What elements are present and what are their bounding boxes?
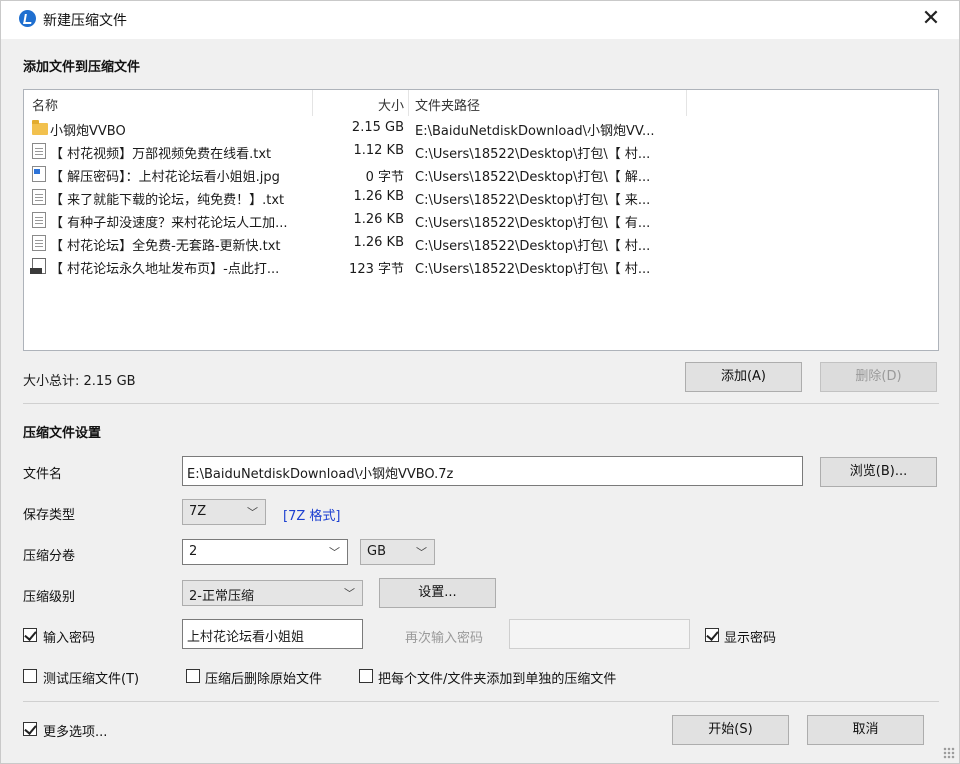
text-file-icon — [32, 189, 46, 205]
password-checkbox[interactable] — [23, 628, 37, 642]
file-path: C:\Users\18522\Desktop\打包\【 解... — [415, 170, 651, 185]
browse-button[interactable]: 浏览(B)... — [820, 457, 937, 487]
close-button[interactable]: ✕ — [917, 5, 945, 33]
image-file-icon — [32, 166, 46, 182]
delete-button[interactable]: 删除(D) — [820, 362, 937, 392]
split-unit-value: GB — [367, 544, 386, 559]
file-path: C:\Users\18522\Desktop\打包\【 村... — [415, 262, 651, 277]
folder-icon — [32, 120, 48, 135]
settings-section-title: 压缩文件设置 — [23, 426, 102, 441]
column-header-size[interactable]: 大小 — [324, 95, 404, 114]
separate-archives-label: 把每个文件/文件夹添加到单独的压缩文件 — [378, 672, 617, 687]
total-size: 大小总计: 2.15 GB — [23, 374, 136, 389]
file-list-row[interactable]: 【 来了就能下载的论坛，纯免费！】.txt 1.26 KB C:\Users\1… — [24, 186, 938, 209]
save-type-label: 保存类型 — [23, 508, 76, 523]
file-name: 【 村花视频】万部视频免费在线看.txt — [50, 147, 272, 162]
file-path: C:\Users\18522\Desktop\打包\【 来... — [415, 193, 651, 208]
file-size: 1.26 KB — [353, 212, 404, 227]
title-bar: 新建压缩文件 ✕ — [1, 1, 959, 39]
password-label: 输入密码 — [43, 631, 96, 646]
window-title: 新建压缩文件 — [43, 13, 127, 29]
save-type-select[interactable]: 7Z ﹀ — [182, 499, 266, 525]
file-size: 1.26 KB — [353, 235, 404, 250]
settings-button[interactable]: 设置... — [379, 578, 496, 608]
add-button[interactable]: 添加(A) — [685, 362, 802, 392]
file-list[interactable]: 名称 大小 文件夹路径 小钢炮VVBO 2.15 GB E:\BaiduNetd… — [23, 89, 939, 351]
file-list-row[interactable]: 【 村花视频】万部视频免费在线看.txt 1.12 KB C:\Users\18… — [24, 140, 938, 163]
filename-label: 文件名 — [23, 467, 63, 482]
file-list-header: 名称 大小 文件夹路径 — [24, 90, 938, 116]
split-size-value: 2 — [189, 544, 198, 559]
repeat-password-label: 再次输入密码 — [405, 631, 484, 646]
show-password-checkbox[interactable] — [705, 628, 719, 642]
delete-after-label: 压缩后删除原始文件 — [205, 672, 323, 687]
password-input[interactable]: 上村花论坛看小姐姐 — [182, 619, 363, 649]
text-file-icon — [32, 143, 46, 159]
delete-after-checkbox[interactable] — [186, 669, 200, 683]
more-options-label: 更多选项... — [43, 725, 108, 740]
split-label: 压缩分卷 — [23, 549, 76, 564]
file-size: 1.12 KB — [353, 143, 404, 158]
file-path: C:\Users\18522\Desktop\打包\【 村... — [415, 147, 651, 162]
divider — [23, 701, 939, 702]
column-header-name[interactable]: 名称 — [32, 95, 58, 114]
resize-grip-icon[interactable] — [943, 747, 955, 759]
file-path: E:\BaiduNetdiskDownload\小钢炮VV... — [415, 124, 655, 139]
compression-level-value: 2-正常压缩 — [189, 589, 254, 604]
show-password-label: 显示密码 — [724, 631, 777, 646]
test-archive-label: 测试压缩文件(T) — [43, 672, 140, 687]
save-type-value: 7Z — [189, 504, 207, 519]
test-archive-checkbox[interactable] — [23, 669, 37, 683]
split-size-select[interactable]: 2 ﹀ — [182, 539, 348, 565]
chevron-down-icon: ﹀ — [344, 587, 355, 600]
file-name: 【 村花论坛永久地址发布页】-点此打... — [50, 262, 280, 277]
file-name: 【 来了就能下载的论坛，纯免费！】.txt — [50, 193, 285, 208]
separate-archives-checkbox[interactable] — [359, 669, 373, 683]
file-name: 【 村花论坛】全免费-无套路-更新快.txt — [50, 239, 281, 254]
chevron-down-icon: ﹀ — [416, 546, 427, 559]
file-name: 小钢炮VVBO — [50, 124, 126, 139]
chevron-down-icon: ﹀ — [329, 546, 340, 559]
filename-input[interactable]: E:\BaiduNetdiskDownload\小钢炮VVBO.7z — [182, 456, 803, 486]
divider — [23, 403, 939, 404]
file-list-row[interactable]: 小钢炮VVBO 2.15 GB E:\BaiduNetdiskDownload\… — [24, 117, 938, 140]
text-file-icon — [32, 235, 46, 251]
more-options-checkbox[interactable] — [23, 722, 37, 736]
file-size: 1.26 KB — [353, 189, 404, 204]
start-button[interactable]: 开始(S) — [672, 715, 789, 745]
new-archive-dialog: 新建压缩文件 ✕ 添加文件到压缩文件 名称 大小 文件夹路径 小钢炮VVBO 2… — [0, 0, 960, 764]
file-list-row[interactable]: 【 解压密码】：上村花论坛看小姐姐.jpg 0 字节 C:\Users\1852… — [24, 163, 938, 186]
file-name: 【 解压密码】：上村花论坛看小姐姐.jpg — [50, 170, 280, 185]
file-size: 123 字节 — [349, 262, 404, 277]
file-size: 0 字节 — [365, 170, 404, 185]
split-unit-select[interactable]: GB ﹀ — [360, 539, 435, 565]
app-logo-icon — [19, 10, 36, 27]
chevron-down-icon: ﹀ — [247, 506, 258, 519]
file-path: C:\Users\18522\Desktop\打包\【 村... — [415, 239, 651, 254]
file-path: C:\Users\18522\Desktop\打包\【 有... — [415, 216, 651, 231]
file-size: 2.15 GB — [351, 120, 404, 135]
level-label: 压缩级别 — [23, 590, 76, 605]
column-header-path[interactable]: 文件夹路径 — [415, 95, 480, 114]
cancel-button[interactable]: 取消 — [807, 715, 924, 745]
file-list-row[interactable]: 【 有种子却没速度？来村花论坛人工加... 1.26 KB C:\Users\1… — [24, 209, 938, 232]
shortcut-file-icon — [30, 258, 46, 274]
files-section-title: 添加文件到压缩文件 — [23, 60, 141, 75]
file-name: 【 有种子却没速度？来村花论坛人工加... — [50, 216, 288, 231]
repeat-password-input[interactable] — [509, 619, 690, 649]
file-list-row[interactable]: 【 村花论坛永久地址发布页】-点此打... 123 字节 C:\Users\18… — [24, 255, 938, 278]
format-link[interactable]: [7Z 格式] — [283, 505, 340, 524]
file-list-row[interactable]: 【 村花论坛】全免费-无套路-更新快.txt 1.26 KB C:\Users\… — [24, 232, 938, 255]
compression-level-select[interactable]: 2-正常压缩 ﹀ — [182, 580, 363, 606]
text-file-icon — [32, 212, 46, 228]
